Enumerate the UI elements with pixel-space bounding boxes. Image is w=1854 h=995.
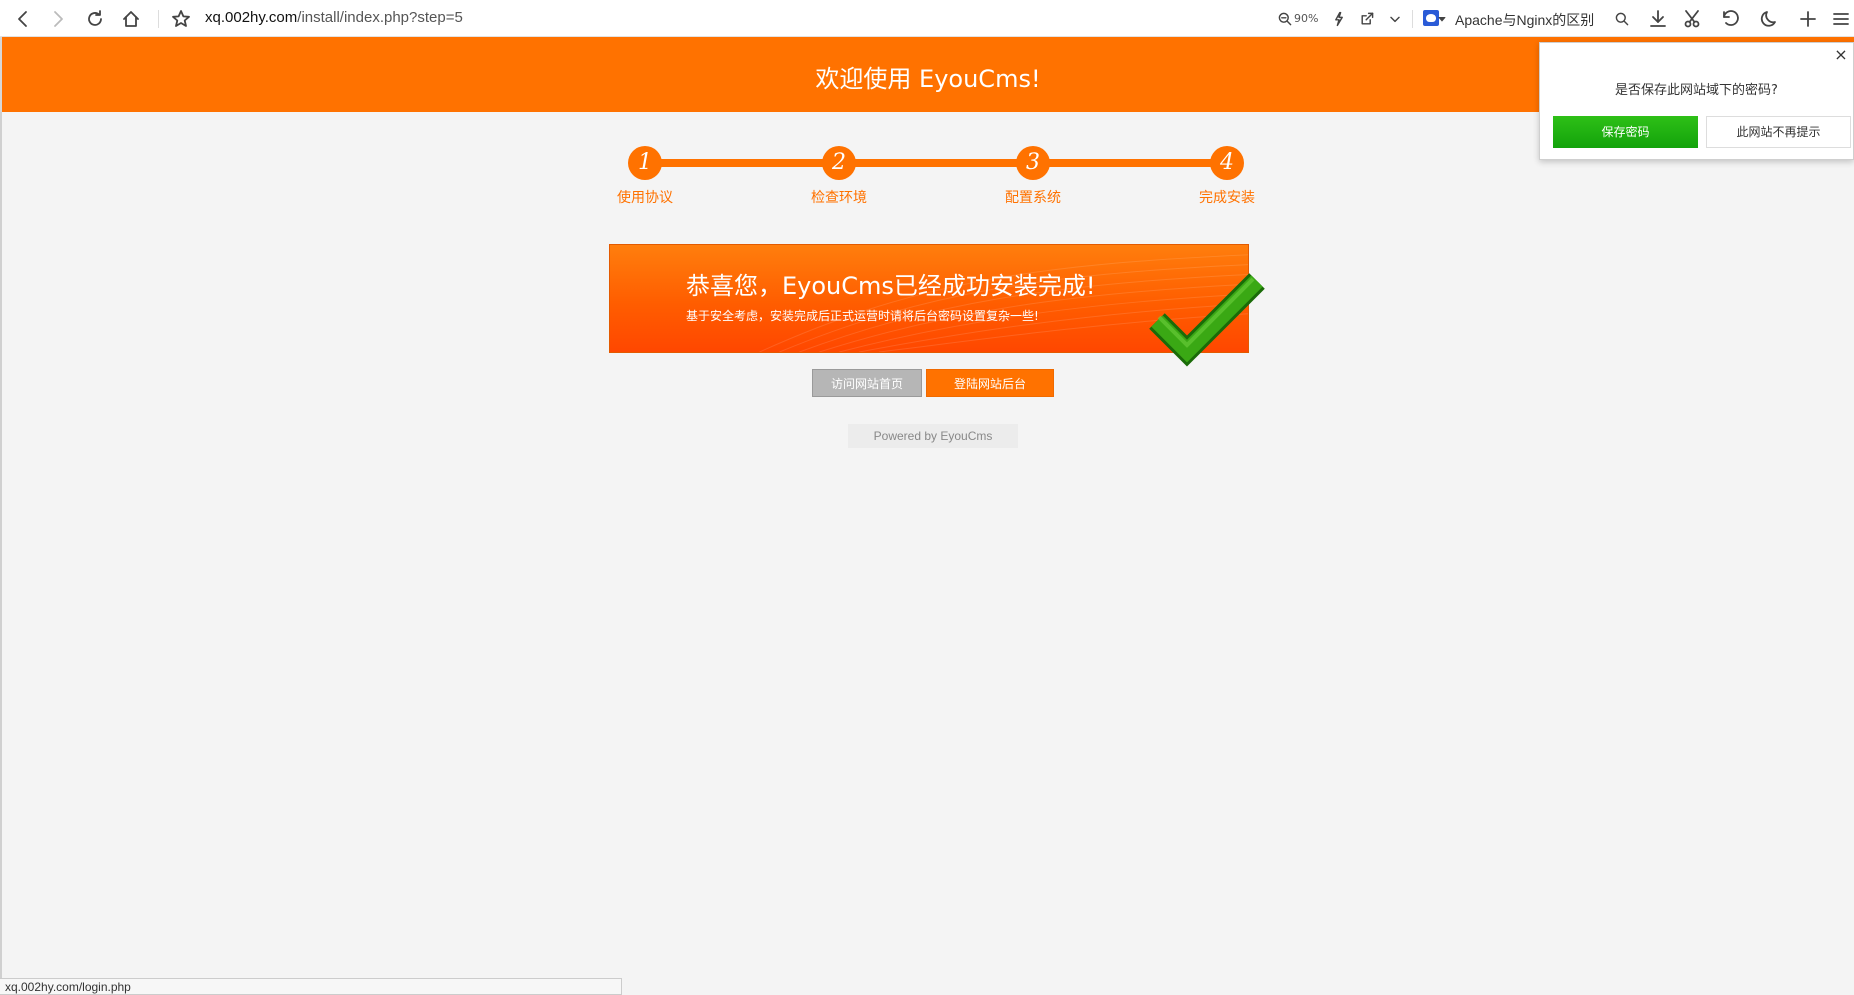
step-number: 4: [1210, 146, 1244, 180]
login-admin-button[interactable]: 登陆网站后台: [926, 369, 1054, 397]
night-mode-moon-icon[interactable]: [1757, 6, 1783, 32]
new-tab-plus-icon[interactable]: [1795, 6, 1821, 32]
step-number: 2: [822, 146, 856, 180]
close-icon[interactable]: ×: [1833, 47, 1849, 63]
chevron-down-icon[interactable]: [1382, 6, 1408, 32]
caret-down-icon[interactable]: [1436, 6, 1448, 32]
url-host: xq.002hy.com: [205, 9, 298, 26]
back-icon[interactable]: [10, 6, 36, 32]
step-4: 4 完成安装: [1167, 146, 1287, 207]
powered-by-footer: Powered by EyouCms: [848, 424, 1018, 448]
step-label: 完成安装: [1199, 190, 1255, 206]
install-steps: 1 使用协议 2 检查环境 3 配置系统 4 完成安装: [608, 146, 1288, 216]
share-icon[interactable]: [1354, 6, 1380, 32]
toolbar-divider: [1412, 10, 1413, 28]
undo-icon[interactable]: [1718, 6, 1744, 32]
zoom-level[interactable]: 90%: [1294, 12, 1318, 25]
success-banner: 恭喜您，EyouCms已经成功安装完成! 基于安全考虑，安装完成后正式运营时请将…: [609, 244, 1265, 367]
refresh-icon[interactable]: [82, 6, 108, 32]
save-password-popup: × 是否保存此网站域下的密码? 保存密码 此网站不再提示: [1539, 42, 1854, 160]
browser-toolbar: xq.002hy.com/install/index.php?step=5 90…: [0, 0, 1854, 37]
forward-icon[interactable]: [45, 6, 71, 32]
never-remind-button[interactable]: 此网站不再提示: [1706, 116, 1851, 148]
step-2: 2 检查环境: [779, 146, 899, 207]
address-bar[interactable]: xq.002hy.com/install/index.php?step=5: [205, 9, 463, 26]
step-label: 使用协议: [617, 190, 673, 206]
step-1: 1 使用协议: [585, 146, 705, 207]
scissors-icon[interactable]: [1680, 6, 1706, 32]
status-bar-url: xq.002hy.com/login.php: [0, 978, 622, 995]
step-label: 配置系统: [1005, 190, 1061, 206]
step-number: 3: [1016, 146, 1050, 180]
success-title: 恭喜您，EyouCms已经成功安装完成!: [686, 272, 1096, 300]
save-password-button[interactable]: 保存密码: [1553, 116, 1698, 148]
bookmark-star-icon[interactable]: [168, 6, 194, 32]
search-icon[interactable]: [1609, 6, 1635, 32]
step-label: 检查环境: [811, 190, 867, 206]
step-3: 3 配置系统: [973, 146, 1093, 207]
menu-icon[interactable]: [1828, 6, 1854, 32]
download-icon[interactable]: [1645, 6, 1671, 32]
save-password-question: 是否保存此网站域下的密码?: [1615, 83, 1778, 98]
step-number: 1: [628, 146, 662, 180]
page-left-border: [0, 112, 2, 995]
url-path: /install/index.php?step=5: [297, 9, 463, 26]
home-icon[interactable]: [118, 6, 144, 32]
search-suggestion-title[interactable]: Apache与Nginx的区别: [1455, 10, 1594, 30]
visit-homepage-button[interactable]: 访问网站首页: [812, 369, 922, 397]
toolbar-divider: [158, 10, 159, 28]
security-notice: 基于安全考虑，安装完成后正式运营时请将后台密码设置复杂一些!: [686, 309, 1039, 323]
lightning-icon[interactable]: [1326, 6, 1352, 32]
steps-progress-line: [642, 159, 1222, 167]
checkmark-icon: [1149, 273, 1265, 367]
